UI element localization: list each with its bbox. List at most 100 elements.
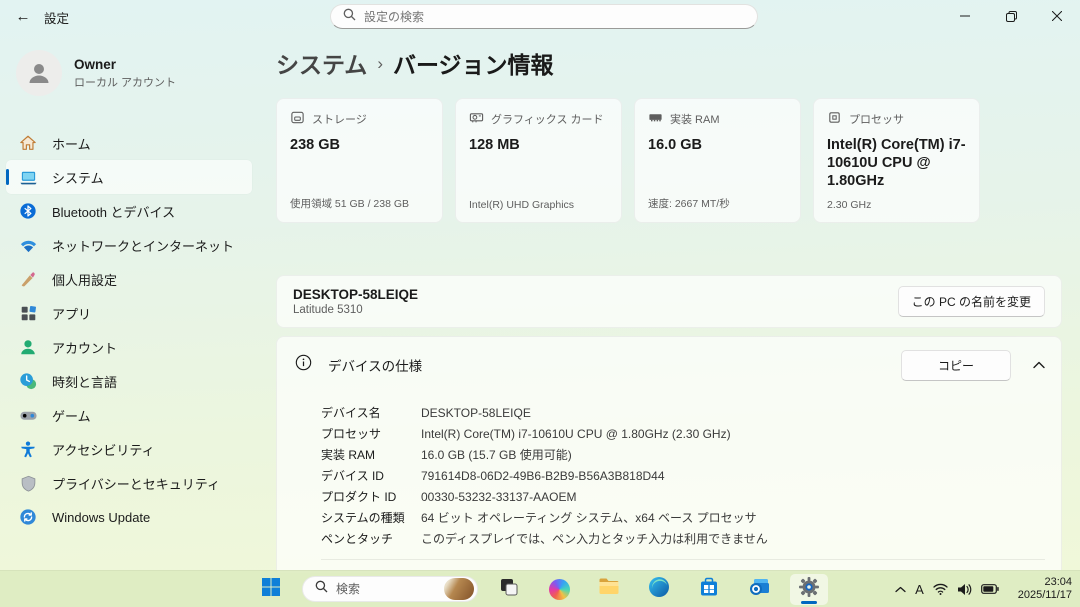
outlook-button[interactable] xyxy=(740,574,778,605)
sidebar-item-system[interactable]: システム xyxy=(6,160,252,194)
avatar xyxy=(16,50,62,96)
copy-button[interactable]: コピー xyxy=(901,350,1011,381)
network-icon xyxy=(18,235,38,255)
task-view-button[interactable] xyxy=(490,574,528,605)
battery-icon[interactable] xyxy=(981,584,999,594)
sidebar-item-label: Bluetooth とデバイス xyxy=(52,202,175,221)
taskbar-search-input[interactable] xyxy=(336,582,436,596)
apps-icon xyxy=(18,303,38,323)
spec-row-pen-touch: ペンとタッチ このディスプレイでは、ペン入力とタッチ入力は利用できません xyxy=(321,529,1045,550)
settings-search-input[interactable] xyxy=(364,10,745,24)
sidebar-item-label: プライバシーとセキュリティ xyxy=(52,474,220,493)
sidebar-item-accessibility[interactable]: アクセシビリティ xyxy=(6,432,252,466)
sidebar-item-time-language[interactable]: 時刻と言語 xyxy=(6,364,252,398)
minimize-button[interactable] xyxy=(942,0,988,32)
processor-card: プロセッサ Intel(R) Core(TM) i7-10610U CPU @ … xyxy=(813,98,980,223)
sidebar-item-label: アカウント xyxy=(52,338,117,357)
sidebar-item-label: システム xyxy=(52,168,104,187)
sidebar-item-apps[interactable]: アプリ xyxy=(6,296,252,330)
page-title: バージョン情報 xyxy=(393,46,554,80)
device-name: DESKTOP-58LEIQE xyxy=(293,287,418,302)
card-value: 128 MB xyxy=(469,136,608,154)
file-explorer-icon xyxy=(598,577,620,601)
windows-update-icon xyxy=(18,507,38,527)
search-icon xyxy=(343,8,356,26)
sidebar-item-personalization[interactable]: 個人用設定 xyxy=(6,262,252,296)
wifi-icon[interactable] xyxy=(933,583,948,595)
storage-card: ストレージ 238 GB 使用領域 51 GB / 238 GB xyxy=(276,98,443,223)
copilot-button[interactable] xyxy=(540,574,578,605)
spec-row-product-id: プロダクト ID 00330-53232-33137-AAOEM xyxy=(321,487,1045,508)
system-tray: A 23:04 2025/11/17 xyxy=(895,571,1072,607)
spec-row-device-name: デバイス名 DESKTOP-58LEIQE xyxy=(321,403,1045,424)
chevron-up-icon[interactable] xyxy=(1033,361,1045,369)
sidebar: Owner ローカル アカウント ホーム システム Bluetooth とデバイ… xyxy=(0,32,262,570)
device-specs-rows: デバイス名 DESKTOP-58LEIQE プロセッサ Intel(R) Cor… xyxy=(277,393,1061,560)
clock-time: 23:04 xyxy=(1018,576,1072,590)
app-title: 設定 xyxy=(44,8,69,27)
settings-taskbar-button[interactable] xyxy=(790,574,828,605)
main-content: システム › バージョン情報 ストレージ 238 GB 使用領域 51 GB /… xyxy=(276,32,1062,570)
ram-card: 実装 RAM 16.0 GB 速度: 2667 MT/秒 xyxy=(634,98,801,223)
sidebar-item-windows-update[interactable]: Windows Update xyxy=(6,500,252,534)
sidebar-item-gaming[interactable]: ゲーム xyxy=(6,398,252,432)
privacy-icon xyxy=(18,473,38,493)
card-label: 実装 RAM xyxy=(670,111,720,127)
breadcrumb-separator-icon: › xyxy=(377,52,383,74)
divider xyxy=(321,559,1045,560)
edge-icon xyxy=(648,576,670,603)
clock[interactable]: 23:04 2025/11/17 xyxy=(1018,576,1072,603)
device-specs-header[interactable]: デバイスの仕様 コピー xyxy=(277,337,1061,393)
card-label: プロセッサ xyxy=(849,111,904,127)
system-icon xyxy=(18,167,38,187)
sidebar-item-label: Windows Update xyxy=(52,510,150,525)
device-specs-panel: デバイスの仕様 コピー デバイス名 DESKTOP-58LEIQE プロセッサ … xyxy=(276,336,1062,573)
device-name-panel: DESKTOP-58LEIQE Latitude 5310 この PC の名前を… xyxy=(276,275,1062,328)
card-caption: 使用領域 51 GB / 238 GB xyxy=(290,196,429,211)
sidebar-item-network-internet[interactable]: ネットワークとインターネット xyxy=(6,228,252,262)
sidebar-item-bluetooth-devices[interactable]: Bluetooth とデバイス xyxy=(6,194,252,228)
titlebar: ← 設定 xyxy=(0,0,1080,32)
card-caption: Intel(R) UHD Graphics xyxy=(469,199,608,211)
restore-button[interactable] xyxy=(988,0,1034,32)
ime-indicator[interactable]: A xyxy=(915,582,924,597)
graphics-card-card: グラフィックス カード 128 MB Intel(R) UHD Graphics xyxy=(455,98,622,223)
start-button[interactable] xyxy=(252,574,290,605)
settings-search-box[interactable] xyxy=(330,4,758,29)
back-button[interactable]: ← xyxy=(8,2,38,30)
gpu-icon xyxy=(469,110,484,128)
file-explorer-button[interactable] xyxy=(590,574,628,605)
card-label: グラフィックス カード xyxy=(491,111,604,127)
account-block: Owner ローカル アカウント xyxy=(6,46,252,112)
breadcrumb-system[interactable]: システム xyxy=(276,46,367,80)
card-caption: 速度: 2667 MT/秒 xyxy=(648,196,787,211)
search-highlight-image xyxy=(444,578,474,600)
card-value: 238 GB xyxy=(290,136,429,154)
rename-pc-button[interactable]: この PC の名前を変更 xyxy=(898,286,1045,317)
tray-chevron-up-icon[interactable] xyxy=(895,586,906,593)
taskbar: A 23:04 2025/11/17 xyxy=(0,570,1080,607)
sidebar-item-privacy-security[interactable]: プライバシーとセキュリティ xyxy=(6,466,252,500)
accounts-icon xyxy=(18,337,38,357)
taskbar-search-box[interactable] xyxy=(302,576,478,602)
volume-icon[interactable] xyxy=(957,583,972,596)
windows-logo-icon xyxy=(261,577,281,602)
close-button[interactable] xyxy=(1034,0,1080,32)
sidebar-item-label: ゲーム xyxy=(52,406,91,425)
edge-button[interactable] xyxy=(640,574,678,605)
summary-cards: ストレージ 238 GB 使用領域 51 GB / 238 GB グラフィックス… xyxy=(276,98,1062,223)
card-label: ストレージ xyxy=(312,111,367,127)
card-caption: 2.30 GHz xyxy=(827,199,966,211)
sidebar-item-home[interactable]: ホーム xyxy=(6,126,252,160)
time-language-icon xyxy=(18,371,38,391)
sidebar-item-label: 個人用設定 xyxy=(52,270,117,289)
sidebar-item-accounts[interactable]: アカウント xyxy=(6,330,252,364)
spec-row-ram: 実装 RAM 16.0 GB (15.7 GB 使用可能) xyxy=(321,445,1045,466)
sidebar-item-label: ネットワークとインターネット xyxy=(52,236,234,255)
bluetooth-icon xyxy=(18,201,38,221)
sidebar-item-label: アクセシビリティ xyxy=(52,440,155,459)
personalization-icon xyxy=(18,269,38,289)
accessibility-icon xyxy=(18,439,38,459)
sidebar-nav: ホーム システム Bluetooth とデバイス ネットワークとインターネット … xyxy=(6,126,252,534)
microsoft-store-button[interactable] xyxy=(690,574,728,605)
